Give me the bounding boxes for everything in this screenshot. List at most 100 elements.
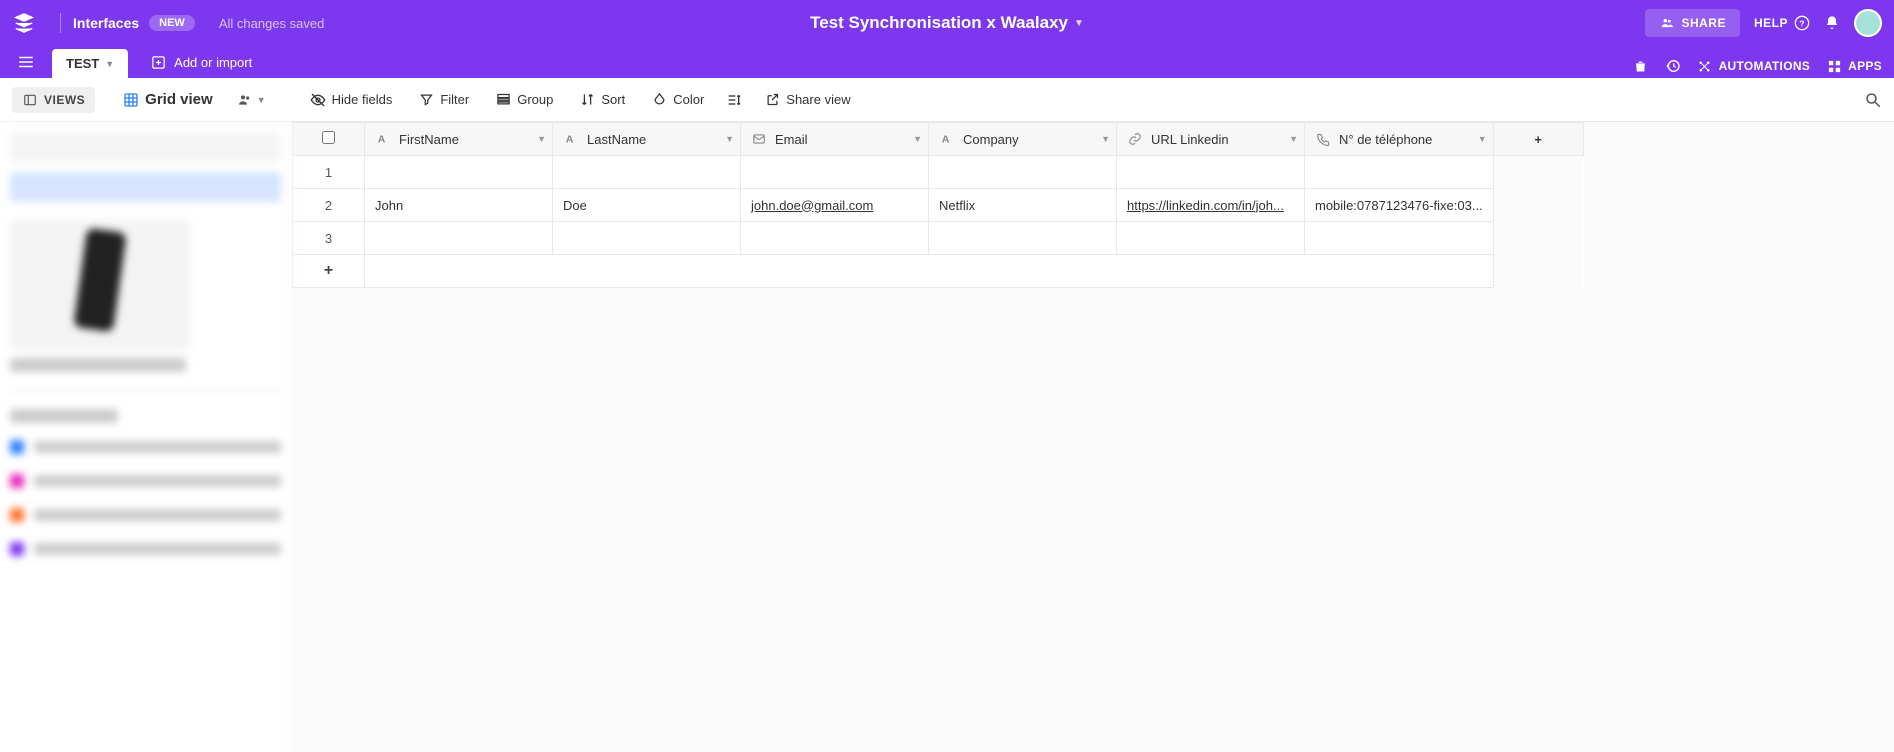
interfaces-link[interactable]: Interfaces — [73, 15, 139, 31]
history-icon[interactable] — [1665, 58, 1681, 74]
email-icon — [751, 131, 767, 147]
help-button[interactable]: HELP ? — [1754, 15, 1810, 31]
chevron-down-icon[interactable]: ▼ — [725, 134, 734, 144]
cell[interactable]: https://linkedin.com/in/joh... — [1117, 189, 1305, 222]
email-link[interactable]: john.doe@gmail.com — [751, 198, 873, 213]
cell[interactable] — [741, 156, 929, 189]
svg-text:A: A — [378, 134, 386, 146]
cell[interactable]: John — [365, 189, 553, 222]
search-button[interactable] — [1864, 91, 1882, 109]
header-row: A FirstName ▼ A LastName ▼ — [293, 123, 1584, 156]
apps-icon — [1826, 58, 1842, 74]
cell[interactable]: mobile:0787123476-fixe:03... — [1305, 189, 1494, 222]
apps-label: APPS — [1848, 59, 1882, 73]
grid-container[interactable]: A FirstName ▼ A LastName ▼ — [292, 122, 1894, 752]
phone-text: mobile:0787123476-fixe:03... — [1315, 198, 1483, 213]
add-or-import-button[interactable]: Add or import — [140, 48, 262, 76]
trash-icon[interactable] — [1633, 58, 1649, 74]
column-header-phone[interactable]: N° de téléphone ▼ — [1305, 123, 1494, 156]
group-button[interactable]: Group — [485, 87, 563, 113]
row-number[interactable]: 1 — [293, 156, 365, 189]
share-icon — [764, 92, 780, 108]
select-all-checkbox[interactable] — [322, 131, 335, 144]
chevron-down-icon[interactable]: ▼ — [1101, 134, 1110, 144]
svg-text:A: A — [942, 134, 950, 146]
column-label: Email — [775, 132, 808, 147]
color-label: Color — [673, 92, 704, 107]
base-title[interactable]: Test Synchronisation x Waalaxy ▼ — [810, 13, 1084, 33]
cell[interactable] — [1305, 222, 1494, 255]
row-number[interactable]: 3 — [293, 222, 365, 255]
color-button[interactable]: Color — [641, 87, 714, 113]
cell[interactable] — [365, 156, 553, 189]
chevron-down-icon[interactable]: ▼ — [913, 134, 922, 144]
column-header-url[interactable]: URL Linkedin ▼ — [1117, 123, 1305, 156]
text-field-icon: A — [375, 131, 391, 147]
save-status: All changes saved — [219, 16, 325, 31]
help-icon: ? — [1794, 15, 1810, 31]
row-height-button[interactable] — [720, 87, 748, 113]
filter-icon — [418, 92, 434, 108]
hide-fields-button[interactable]: Hide fields — [300, 87, 403, 113]
hamburger-icon[interactable] — [12, 48, 40, 76]
automations-icon — [1697, 58, 1713, 74]
cell[interactable] — [929, 156, 1117, 189]
views-toggle-button[interactable]: VIEWS — [12, 87, 95, 113]
column-label: URL Linkedin — [1151, 132, 1229, 147]
chevron-down-icon[interactable]: ▼ — [1289, 134, 1298, 144]
cell[interactable] — [553, 156, 741, 189]
share-button[interactable]: SHARE — [1645, 9, 1740, 37]
cell[interactable] — [1117, 222, 1305, 255]
cell[interactable] — [365, 222, 553, 255]
new-badge: NEW — [149, 15, 195, 31]
filter-label: Filter — [440, 92, 469, 107]
add-column-button[interactable]: + — [1493, 123, 1583, 156]
chevron-down-icon: ▼ — [105, 59, 114, 69]
grid-view-label: Grid view — [145, 91, 213, 108]
collaborator-button[interactable]: ▼ — [229, 87, 274, 113]
select-all-header[interactable] — [293, 123, 365, 156]
eye-off-icon — [310, 92, 326, 108]
views-sidebar — [0, 122, 292, 752]
avatar[interactable] — [1854, 9, 1882, 37]
text-field-icon: A — [939, 131, 955, 147]
column-header-email[interactable]: Email ▼ — [741, 123, 929, 156]
url-link[interactable]: https://linkedin.com/in/joh... — [1127, 198, 1294, 213]
sort-label: Sort — [601, 92, 625, 107]
data-grid: A FirstName ▼ A LastName ▼ — [292, 122, 1584, 288]
cell[interactable] — [1305, 156, 1494, 189]
tab-test[interactable]: TEST ▼ — [52, 49, 128, 78]
people-icon — [1659, 15, 1675, 31]
chevron-down-icon: ▼ — [1074, 18, 1084, 29]
column-header-company[interactable]: A Company ▼ — [929, 123, 1117, 156]
cell[interactable]: Netflix — [929, 189, 1117, 222]
row-number[interactable]: 2 — [293, 189, 365, 222]
automations-button[interactable]: AUTOMATIONS — [1697, 58, 1811, 74]
cell[interactable] — [1117, 156, 1305, 189]
bell-icon[interactable] — [1824, 15, 1840, 31]
group-icon — [495, 92, 511, 108]
plus-icon[interactable]: + — [293, 255, 365, 288]
column-label: LastName — [587, 132, 646, 147]
sort-button[interactable]: Sort — [569, 87, 635, 113]
apps-button[interactable]: APPS — [1826, 58, 1882, 74]
cell[interactable]: john.doe@gmail.com — [741, 189, 929, 222]
add-row-button[interactable]: + — [293, 255, 1584, 288]
chevron-down-icon[interactable]: ▼ — [1478, 134, 1487, 144]
plus-icon: + — [1534, 132, 1542, 147]
cell[interactable] — [929, 222, 1117, 255]
table-row[interactable]: 3 — [293, 222, 1584, 255]
column-header-lastname[interactable]: A LastName ▼ — [553, 123, 741, 156]
column-header-firstname[interactable]: A FirstName ▼ — [365, 123, 553, 156]
grid-view-button[interactable]: Grid view — [113, 86, 223, 113]
cell[interactable]: Doe — [553, 189, 741, 222]
app-logo[interactable] — [12, 11, 36, 35]
filter-button[interactable]: Filter — [408, 87, 479, 113]
cell[interactable] — [741, 222, 929, 255]
share-view-button[interactable]: Share view — [754, 87, 860, 113]
chevron-down-icon[interactable]: ▼ — [537, 134, 546, 144]
table-row[interactable]: 1 — [293, 156, 1584, 189]
cell[interactable] — [553, 222, 741, 255]
table-row[interactable]: 2 John Doe john.doe@gmail.com Netflix ht… — [293, 189, 1584, 222]
grid-icon — [123, 92, 139, 108]
